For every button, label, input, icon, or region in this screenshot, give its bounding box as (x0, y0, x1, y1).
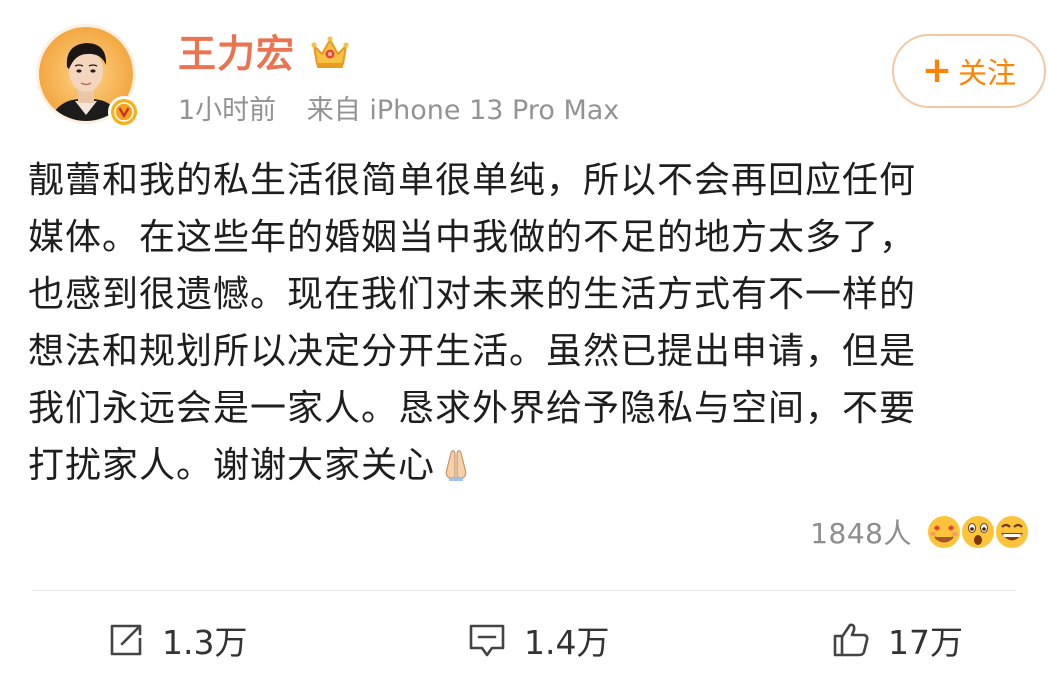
author-name[interactable]: 王力宏 (178, 30, 295, 78)
like-count: 17万 (888, 623, 963, 662)
post-content: 靓蕾和我的私生活很简单很单纯，所以不会再回应任何 媒体。在这些年的婚姻当中我做的… (28, 152, 1038, 494)
divider (32, 590, 1016, 591)
weibo-post: 王力宏 1小时前 来自 iPhone 13 Pro Max + 关注 靓蕾和我的… (0, 0, 1048, 679)
reaction-summary[interactable]: 1848人 (810, 512, 1032, 552)
repost-button[interactable]: 1.3万 (106, 612, 247, 668)
comment-button[interactable]: 1.4万 (466, 612, 609, 668)
repost-count: 1.3万 (162, 623, 248, 662)
comment-count: 1.4万 (524, 623, 610, 662)
comment-icon (469, 624, 505, 657)
post-meta: 1小时前 来自 iPhone 13 Pro Max (178, 92, 619, 130)
repost-icon (110, 624, 142, 656)
follow-button[interactable]: + 关注 (892, 34, 1046, 108)
post-time: 1小时前 (178, 95, 277, 126)
follow-label: 关注 (958, 56, 1017, 90)
content-line-last: 打扰家人。谢谢大家关心 (28, 437, 1038, 494)
folded-hands-emoji (437, 443, 475, 481)
content-line-text: 打扰家人。谢谢大家关心 (28, 445, 436, 486)
like-button[interactable]: 17万 (830, 612, 963, 668)
content-line: 我们永远会是一家人。恳求外界给予隐私与空间，不要 (28, 388, 917, 429)
laughing-emoji (992, 512, 1032, 552)
plus-icon: + (921, 50, 953, 91)
reaction-emojis (924, 512, 1032, 552)
content-line: 靓蕾和我的私生活很简单很单纯，所以不会再回应任何 (28, 160, 917, 201)
content-line: 媒体。在这些年的婚姻当中我做的不足的地方太多了， (28, 217, 917, 258)
crown-icon[interactable] (308, 32, 352, 72)
post-source[interactable]: 来自 iPhone 13 Pro Max (307, 95, 619, 126)
avatar[interactable] (36, 24, 142, 130)
reaction-count: 1848人 (810, 517, 912, 550)
verified-v-icon (108, 96, 140, 128)
thumbs-up-icon (833, 623, 869, 657)
content-line: 也感到很遗憾。现在我们对未来的生活方式有不一样的 (28, 274, 917, 315)
content-line: 想法和规划所以决定分开生活。虽然已提出申请，但是 (28, 331, 917, 372)
